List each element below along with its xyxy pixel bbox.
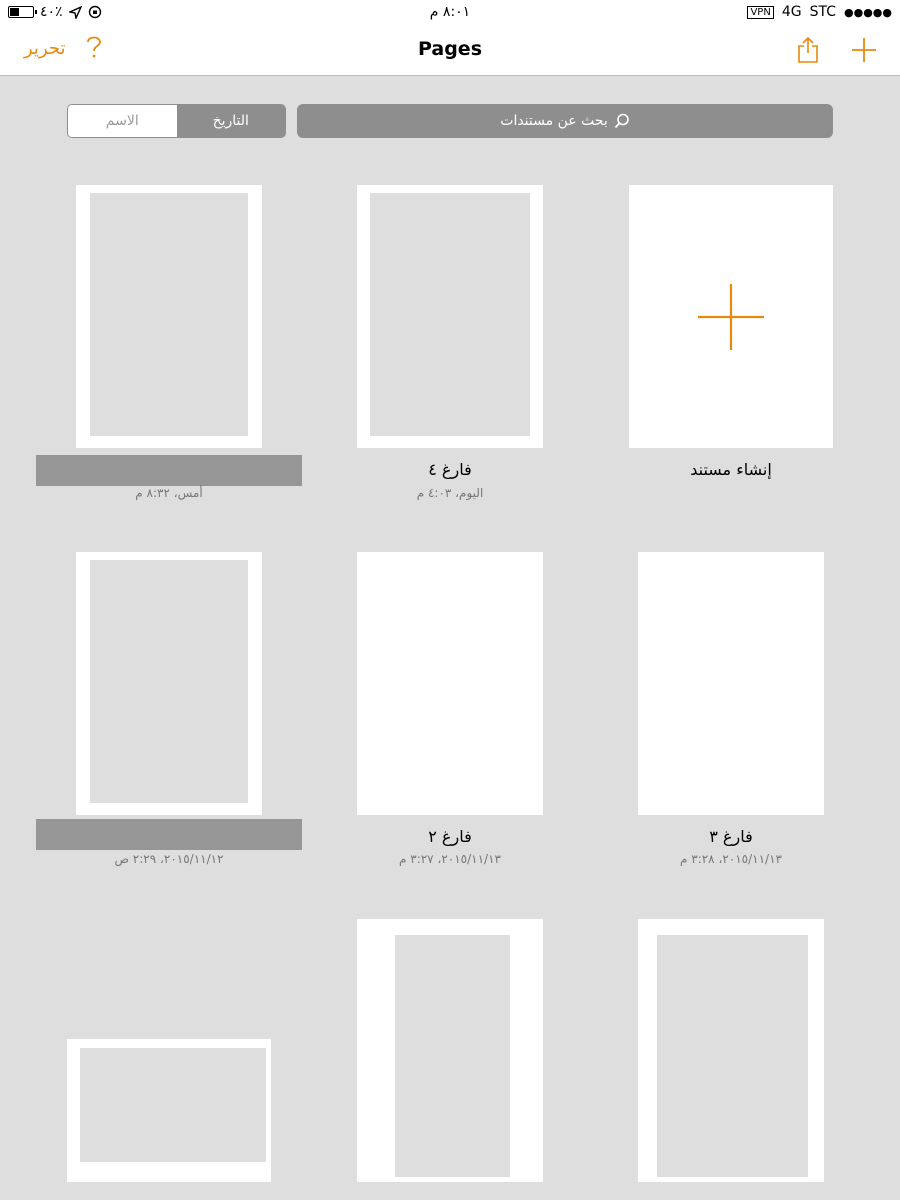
share-icon[interactable] <box>796 36 820 68</box>
document-thumbnail[interactable] <box>76 185 262 448</box>
search-placeholder: بحث عن مستندات <box>500 113 608 129</box>
document-thumbnail[interactable] <box>76 552 262 815</box>
status-right: VPN 4G STC ●●●●● <box>747 4 892 20</box>
document-date: أمس، ٨:٣٢ م <box>135 486 203 500</box>
redacted-title <box>36 455 302 486</box>
document-page <box>80 1048 266 1162</box>
sort-by-name-button[interactable]: الاسم <box>68 105 177 137</box>
status-bar: ٤٠٪ ٨:٠١ م VPN 4G STC ●●●●● <box>0 0 900 24</box>
document-thumbnail[interactable] <box>638 919 824 1182</box>
document-date: اليوم، ٤:٠٣ م <box>416 486 484 500</box>
document-title: إنشاء مستند <box>690 460 772 479</box>
search-icon <box>614 113 629 129</box>
plus-icon <box>698 284 764 350</box>
signal-icon: ●●●●● <box>844 5 892 19</box>
search-field[interactable]: بحث عن مستندات <box>297 104 833 138</box>
document-thumbnail[interactable] <box>67 1039 271 1182</box>
sort-by-date-button[interactable]: التاريخ <box>176 105 285 137</box>
document-date: ٢٠١٥/١١/١٣، ٣:٢٧ م <box>399 852 501 866</box>
page-title: Pages <box>417 38 483 60</box>
document-date: ٢٠١٥/١١/١٣، ٣:٢٨ م <box>680 852 782 866</box>
document-page <box>90 193 248 436</box>
navigation-bar: تحرير Pages <box>0 24 900 76</box>
create-document-button[interactable] <box>629 185 833 448</box>
document-page <box>657 935 808 1177</box>
network-type: 4G <box>781 4 802 20</box>
document-page <box>90 560 248 803</box>
document-page <box>395 935 510 1177</box>
vpn-badge: VPN <box>747 5 774 19</box>
carrier-name: STC <box>809 4 836 20</box>
document-title: فارغ ٢ <box>428 827 472 846</box>
document-title: فارغ ٣ <box>709 827 753 846</box>
document-page <box>370 193 530 436</box>
document-thumbnail[interactable] <box>638 552 824 815</box>
redacted-title <box>36 819 302 850</box>
plus-icon[interactable] <box>850 36 878 68</box>
document-date: ٢٠١٥/١١/١٢، ٢:٢٩ ص <box>114 852 224 866</box>
document-thumbnail[interactable] <box>357 552 543 815</box>
document-title: فارغ ٤ <box>428 460 472 479</box>
document-thumbnail[interactable] <box>357 185 543 448</box>
document-thumbnail[interactable] <box>357 919 543 1182</box>
sort-segmented-control: الاسم التاريخ <box>67 104 286 138</box>
